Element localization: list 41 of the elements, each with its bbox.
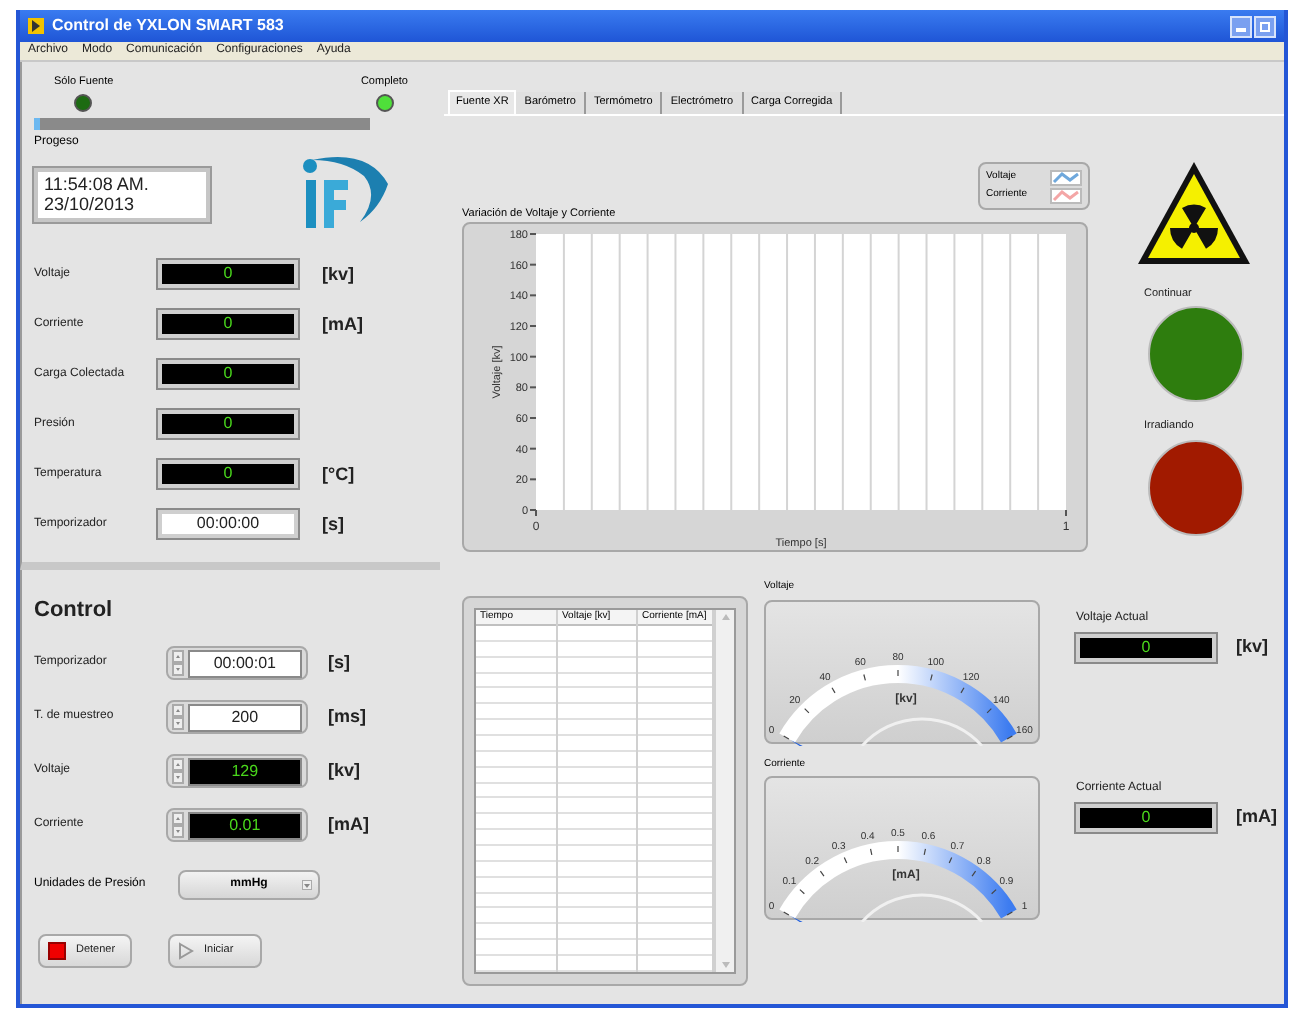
readout-display: 0 — [158, 260, 298, 289]
unit-label: [°C] — [322, 461, 355, 488]
numeric-control[interactable]: 129 — [166, 754, 308, 788]
unit-label: [s] — [328, 649, 350, 676]
window-title: Control de YXLON SMART 583 — [52, 14, 284, 38]
restore-button[interactable] — [1254, 15, 1276, 37]
time-text: 11:54:08 AM. — [44, 174, 151, 195]
logo-icon — [300, 156, 392, 233]
unit-label: [kv] — [328, 757, 361, 784]
numeric-control[interactable]: 200 — [166, 700, 308, 734]
date-text: 23/10/2013 — [44, 194, 137, 215]
stop-icon — [48, 941, 66, 959]
unit-label: [s] — [322, 511, 344, 538]
readout-display: 0 — [158, 360, 298, 389]
radiation-warning-icon — [1134, 158, 1254, 268]
minimize-button[interactable] — [1230, 15, 1252, 37]
readout-display: 0 — [1076, 804, 1216, 832]
readout-display: 0 — [158, 460, 298, 489]
unit-label: [mA] — [1236, 804, 1277, 831]
unit-label: [kv] — [322, 261, 355, 288]
spinner-arrows-icon — [172, 704, 184, 730]
section-title: Control — [34, 596, 115, 626]
play-icon — [178, 941, 194, 959]
scrollbar[interactable] — [714, 610, 734, 972]
readout-display: 00:00:00 — [158, 510, 298, 539]
spinner-arrows-icon — [172, 758, 184, 784]
unit-label: [mA] — [328, 811, 369, 838]
caret-icon — [302, 879, 312, 889]
gauge-hub-arc — [860, 893, 984, 922]
readout-display: 0 — [1076, 634, 1216, 662]
unit-label: [kv] — [1236, 634, 1269, 661]
unit-label: [ms] — [328, 703, 367, 730]
readout-display: 0 — [158, 410, 298, 439]
readout-display: 0 — [158, 310, 298, 339]
spinner-arrows-icon — [172, 812, 184, 838]
app-icon — [28, 18, 44, 34]
numeric-control[interactable]: 00:00:01 — [166, 646, 308, 680]
unit-label: [mA] — [322, 311, 363, 338]
gauge-hub-arc — [860, 716, 984, 745]
spinner-arrows-icon — [172, 650, 184, 676]
numeric-control[interactable]: 0.01 — [166, 808, 308, 842]
